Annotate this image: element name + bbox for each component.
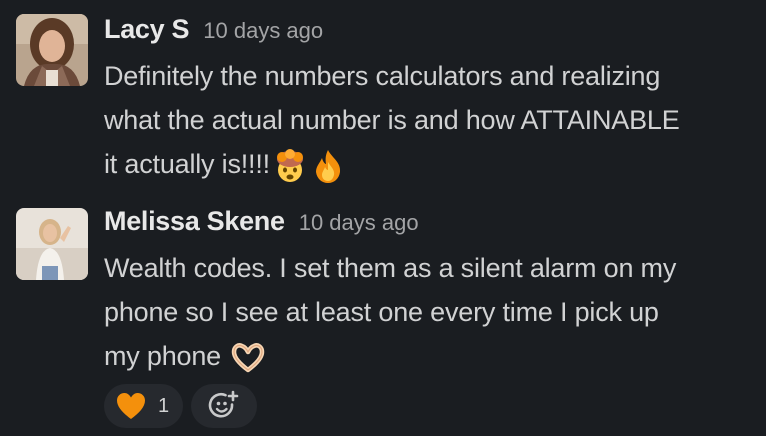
message-line: what the actual number is and how ATTAIN… bbox=[104, 105, 680, 135]
author-name[interactable]: Melissa Skene bbox=[104, 206, 285, 237]
message-line: Definitely the numbers calculators and r… bbox=[104, 61, 661, 91]
message-header: Melissa Skene 10 days ago bbox=[104, 206, 419, 237]
orange-heart-icon bbox=[117, 393, 145, 419]
avatar-photo bbox=[16, 14, 88, 86]
reaction-orange-heart[interactable]: 1 bbox=[104, 384, 184, 428]
fire-emoji bbox=[315, 149, 341, 183]
add-reaction-button[interactable] bbox=[191, 384, 258, 428]
reaction-count: 1 bbox=[158, 394, 170, 417]
reactions-bar: 1 bbox=[104, 384, 258, 428]
avatar[interactable] bbox=[16, 208, 88, 280]
add-emoji-icon bbox=[208, 390, 239, 418]
timestamp[interactable]: 10 days ago bbox=[203, 18, 323, 44]
heart-hands-emoji bbox=[232, 343, 265, 373]
message-text: Wealth codes. I set them as a silent ala… bbox=[104, 246, 754, 378]
message-line: Wealth codes. I set them as a silent ala… bbox=[104, 253, 677, 283]
avatar-photo bbox=[16, 208, 88, 280]
message-header: Lacy S 10 days ago bbox=[104, 14, 323, 45]
timestamp[interactable]: 10 days ago bbox=[299, 210, 419, 236]
message-item: Melissa Skene 10 days ago Wealth codes. … bbox=[0, 196, 766, 436]
message-line-text: my phone bbox=[104, 341, 221, 371]
message-line-text: it actually is!!!! bbox=[104, 149, 270, 179]
author-name[interactable]: Lacy S bbox=[104, 14, 190, 45]
message-text: Definitely the numbers calculators and r… bbox=[104, 54, 754, 186]
message-item: Lacy S 10 days ago Definitely the number… bbox=[0, 0, 766, 196]
avatar[interactable] bbox=[16, 14, 88, 86]
exploding-head-emoji bbox=[276, 148, 303, 182]
message-line: my phone bbox=[104, 334, 754, 378]
message-line: phone so I see at least one every time I… bbox=[104, 297, 659, 327]
message-line: it actually is!!!! bbox=[104, 142, 754, 186]
